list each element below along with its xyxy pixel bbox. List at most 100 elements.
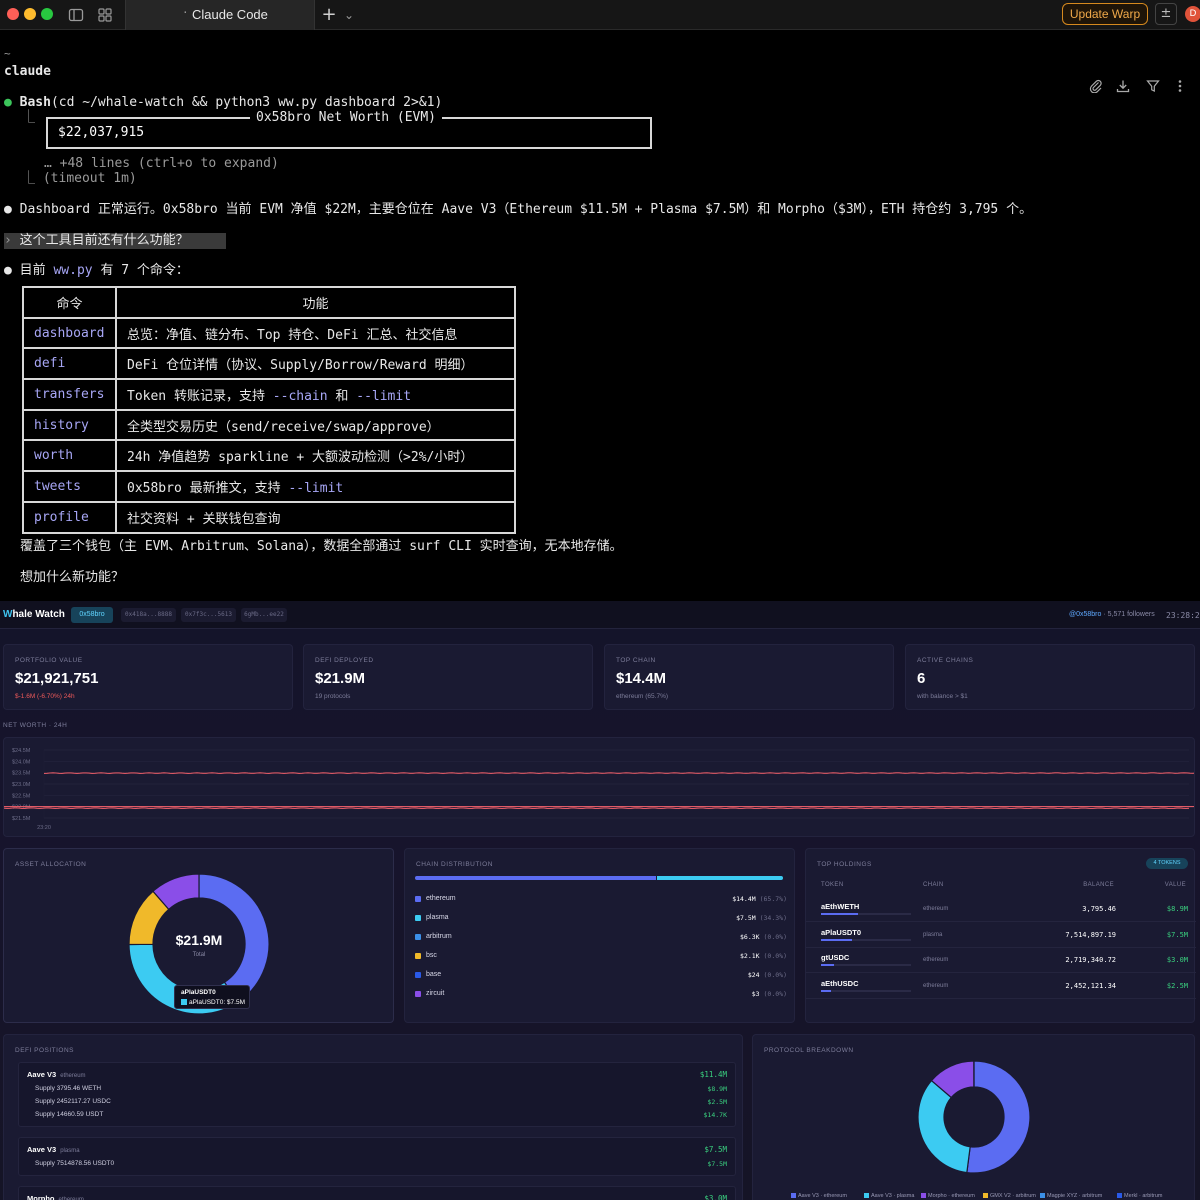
table-row: dashboard 总览：净值、链分布、Top 持仓、DeFi 汇总、社交信息	[22, 316, 516, 350]
stat-card-defi: DEFI DEPLOYED $21.9M 19 protocols	[303, 644, 593, 710]
minimize-window-button[interactable]	[24, 8, 36, 20]
wallet-tab[interactable]: 0x418a...8888	[121, 608, 176, 622]
stat-sub: with balance > $1	[917, 693, 968, 700]
position-total: $7.5M	[704, 1145, 727, 1154]
chain-amount: $7.5M	[736, 914, 756, 922]
holding-row[interactable]: aEthWETH ethereum 3,795.46 $8.9M	[806, 897, 1196, 922]
timeout-line: ⎿ (timeout 1m)	[22, 171, 137, 187]
tab-indicator-icon: ·	[182, 6, 189, 19]
message-bullet-icon: ●	[4, 263, 12, 278]
sidebar-toggle-icon[interactable]	[68, 7, 84, 23]
chain-swatch	[415, 896, 421, 902]
tab-menu-chevron-icon[interactable]: ⌄	[341, 7, 357, 23]
protocol-name: Aave V3	[27, 1145, 57, 1154]
chain-amount: $6.3K	[740, 933, 760, 941]
protocol-chain: plasma	[60, 1148, 80, 1154]
new-tab-button[interactable]: +	[321, 6, 337, 24]
holding-row[interactable]: gtUSDC ethereum 2,719,340.72 $3.0M	[806, 948, 1196, 973]
download-icon[interactable]	[1116, 79, 1130, 97]
table-header-command: 命令	[22, 286, 117, 319]
maximize-window-button[interactable]	[41, 8, 53, 20]
wallet-tab[interactable]: 6gMb...ee22	[241, 608, 287, 622]
stat-card-active-chains: ACTIVE CHAINS 6 with balance > $1	[905, 644, 1195, 710]
table-header-function: 功能	[115, 286, 516, 319]
legend-label: Aave V3 · plasma	[871, 1193, 915, 1199]
holding-share-fill	[821, 964, 834, 966]
command-name: profile	[22, 500, 117, 534]
command-description: 社交资料 + 关联钱包查询	[115, 500, 516, 534]
stat-label: ACTIVE CHAINS	[917, 657, 974, 664]
status-message-text: Dashboard 正常运行。0x58bro 当前 EVM 净值 $22M，主要…	[19, 202, 1033, 217]
terminal-pane[interactable]: ~ claude ● Bash(cd ~/whale-watch && pyth…	[0, 31, 1200, 601]
close-window-button[interactable]	[7, 8, 19, 20]
networth-title: 0x58bro Net Worth (EVM)	[250, 110, 443, 125]
update-warp-button[interactable]: Update Warp	[1062, 3, 1148, 25]
position-amount: $2.5M	[707, 1098, 727, 1106]
grid-icon[interactable]	[97, 7, 113, 23]
holding-share-fill	[821, 913, 858, 915]
command-name: worth	[22, 439, 117, 473]
position-line: Supply 2452117.27 USDC	[35, 1098, 111, 1105]
limit-flag: --limit	[356, 388, 412, 404]
tooltip-value: aPlaUSDT0: $7.5M	[189, 999, 245, 1006]
holding-share-fill	[821, 938, 852, 941]
legend-label: Aave V3 · ethereum	[798, 1193, 847, 1199]
holding-value: $7.5M	[1166, 930, 1188, 939]
chain-swatch	[415, 953, 421, 959]
filter-icon[interactable]	[1146, 79, 1160, 97]
holding-share-fill	[821, 989, 831, 992]
tooltip-swatch	[181, 999, 187, 1006]
holdings-header-balance: BALANCE	[1083, 882, 1114, 888]
bash-label: Bash	[19, 95, 51, 110]
more-options-icon[interactable]	[1176, 79, 1184, 97]
holding-value: $2.5M	[1166, 981, 1188, 990]
chain-name: base	[426, 971, 442, 978]
wallet-tab[interactable]: 0x7f3c...5613	[181, 608, 236, 622]
y-tick-label: $24.5M	[12, 748, 31, 754]
table-row: history 全类型交易历史（send/receive/swap/approv…	[22, 408, 516, 442]
stat-card-top-chain: TOP CHAIN $14.4M ethereum (65.7%)	[604, 644, 894, 710]
handle-text[interactable]: @0x58bro	[1069, 611, 1101, 618]
chain-distribution-bar	[415, 876, 783, 880]
chain-amount: $24	[747, 971, 760, 979]
donut-total-label: Total	[192, 952, 206, 958]
position-protocol: Aave V3 plasma	[27, 1145, 80, 1154]
networth-value: $22,037,915	[58, 125, 145, 140]
collapsed-lines-hint[interactable]: … +48 lines (ctrl+o to expand)	[44, 156, 279, 172]
chain-flag: --chain	[272, 388, 328, 404]
chain-value: $2.1K (0.0%)	[740, 952, 787, 960]
holding-balance: 7,514,897.19	[1065, 930, 1116, 939]
position-amount: $14.7K	[703, 1111, 727, 1119]
stat-change: $-1.6M (-6.70%) 24h	[15, 693, 75, 700]
desc-text: Token 转账记录，支持	[127, 388, 273, 404]
holding-row[interactable]: aEthUSDC ethereum 2,452,121.34 $2.5M	[806, 974, 1196, 999]
holdings-header-value: VALUE	[1164, 882, 1186, 888]
defi-positions-card: DEFI POSITIONS Aave V3 ethereum $11.4M Supp…	[3, 1034, 743, 1200]
holding-row[interactable]: aPlaUSDT0 plasma 7,514,897.19 $7.5M	[806, 923, 1196, 948]
avatar[interactable]: D	[1185, 6, 1200, 22]
chain-name: plasma	[426, 914, 449, 921]
command-description: 全类型交易历史（send/receive/swap/approve）	[115, 408, 516, 442]
attach-icon[interactable]	[1089, 79, 1103, 97]
position-block: Aave V3 plasma $7.5M Supply 7514878.56 USDT…	[18, 1137, 736, 1176]
protocol-breakdown-card: PROTOCOL BREAKDOWN Aave V3 · ethereum Aav…	[752, 1034, 1195, 1200]
position-line: Supply 7514878.56 USDT0	[35, 1160, 115, 1167]
legend-swatch	[921, 1193, 926, 1199]
position-block: Aave V3 ethereum $11.4M Supply 3795.46 WETH…	[18, 1062, 736, 1127]
answer-suffix: 有 7 个命令：	[92, 263, 189, 278]
chain-swatch	[415, 934, 421, 940]
window-titlebar: · Claude Code + ⌄ Update Warp ± D	[0, 0, 1200, 30]
table-header-row: 命令 功能	[22, 286, 516, 319]
tab-label: Claude Code	[192, 7, 268, 22]
chain-name: zircuit	[426, 990, 445, 997]
command-description: 总览：净值、链分布、Top 持仓、DeFi 汇总、社交信息	[115, 316, 516, 350]
share-icon[interactable]: ±	[1155, 3, 1177, 25]
tab-claude-code[interactable]: · Claude Code	[125, 0, 315, 30]
wallet-tab-active[interactable]: 0x58bro	[71, 607, 113, 623]
chain-amount: $2.1K	[740, 952, 760, 960]
legend-label: GMX V2 · arbitrum	[990, 1193, 1036, 1199]
social-handle[interactable]: @0x58bro · 5,571 followers	[1069, 611, 1155, 618]
chain-percent: (0.0%)	[763, 971, 787, 979]
x-tick-label: 23:20	[37, 825, 51, 831]
table-row: tweets 0x58bro 最新推文，支持 --limit	[22, 470, 516, 503]
